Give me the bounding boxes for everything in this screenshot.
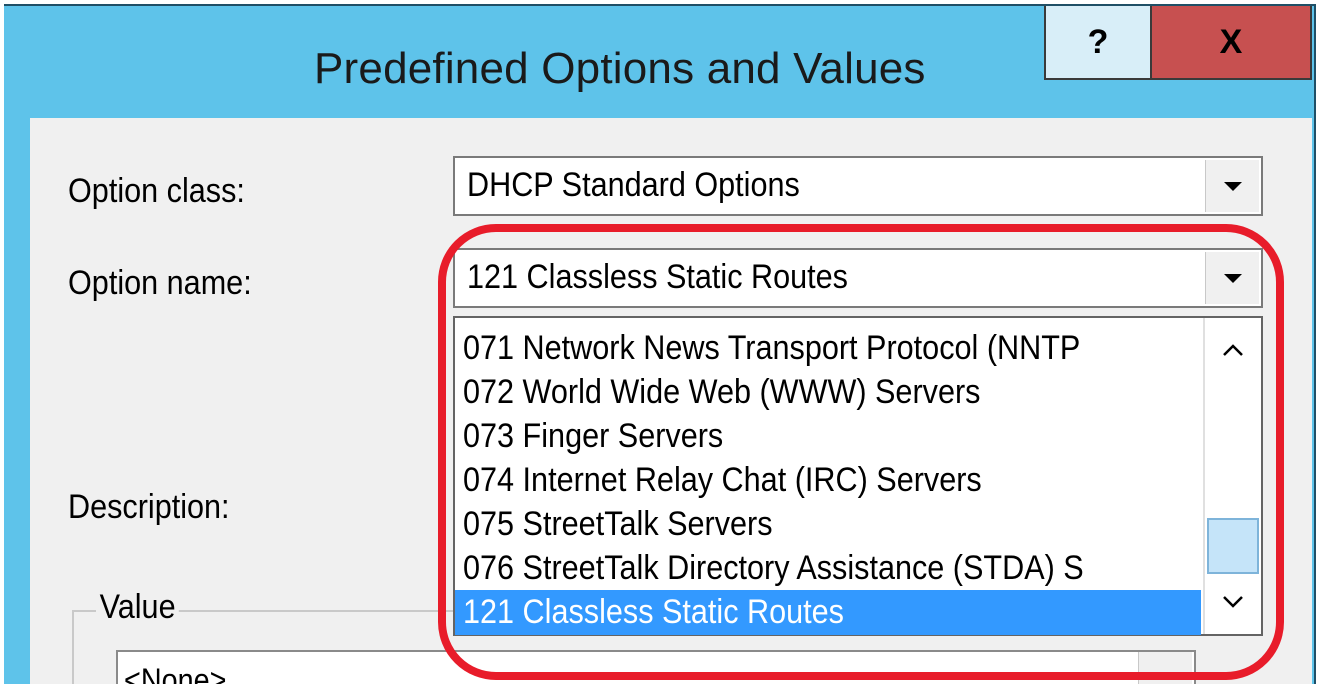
- dropdown-item[interactable]: 074 Internet Relay Chat (IRC) Servers: [455, 458, 1201, 503]
- scroll-up-button[interactable]: [1205, 318, 1261, 382]
- dropdown-item[interactable]: 076 StreetTalk Directory Assistance (STD…: [455, 546, 1201, 591]
- chevron-down-icon: [1223, 273, 1242, 283]
- value-list-scrollbar[interactable]: [1138, 652, 1192, 684]
- dropdown-item[interactable]: 073 Finger Servers: [455, 414, 1201, 459]
- chevron-down-icon: [1223, 596, 1243, 608]
- value-list-text: <None>: [124, 662, 227, 684]
- option-class-combo[interactable]: DHCP Standard Options: [453, 156, 1263, 216]
- help-icon: ?: [1087, 22, 1109, 61]
- dialog-window: Predefined Options and Values ? X Option…: [0, 0, 1321, 684]
- close-icon: X: [1219, 22, 1243, 61]
- option-class-dropdown-button[interactable]: [1205, 160, 1259, 212]
- value-list[interactable]: <None>: [116, 650, 1196, 684]
- option-name-dropdown-list[interactable]: 071 Network News Transport Protocol (NNT…: [453, 316, 1263, 636]
- option-class-label: Option class:: [68, 172, 245, 210]
- option-name-combo[interactable]: 121 Classless Static Routes: [453, 248, 1263, 308]
- dropdown-item[interactable]: 071 Network News Transport Protocol (NNT…: [455, 326, 1201, 371]
- dropdown-scrollbar[interactable]: [1203, 318, 1261, 634]
- help-button[interactable]: ?: [1044, 6, 1152, 80]
- option-name-value: 121 Classless Static Routes: [467, 258, 848, 296]
- dropdown-item[interactable]: 075 StreetTalk Servers: [455, 502, 1201, 547]
- option-name-dropdown-button[interactable]: [1205, 252, 1259, 304]
- option-class-value: DHCP Standard Options: [467, 166, 800, 204]
- scroll-down-button[interactable]: [1205, 570, 1261, 634]
- chevron-up-icon: [1223, 344, 1243, 356]
- close-button[interactable]: X: [1150, 6, 1312, 80]
- dropdown-item[interactable]: 072 World Wide Web (WWW) Servers: [455, 370, 1201, 415]
- option-name-label: Option name:: [68, 264, 252, 302]
- description-label: Description:: [68, 488, 230, 526]
- scroll-thumb[interactable]: [1207, 518, 1259, 574]
- dropdown-item-selected[interactable]: 121 Classless Static Routes: [455, 590, 1201, 635]
- dialog-title: Predefined Options and Values: [314, 44, 926, 93]
- value-group-label: Value: [96, 588, 180, 627]
- chevron-down-icon: [1223, 181, 1242, 191]
